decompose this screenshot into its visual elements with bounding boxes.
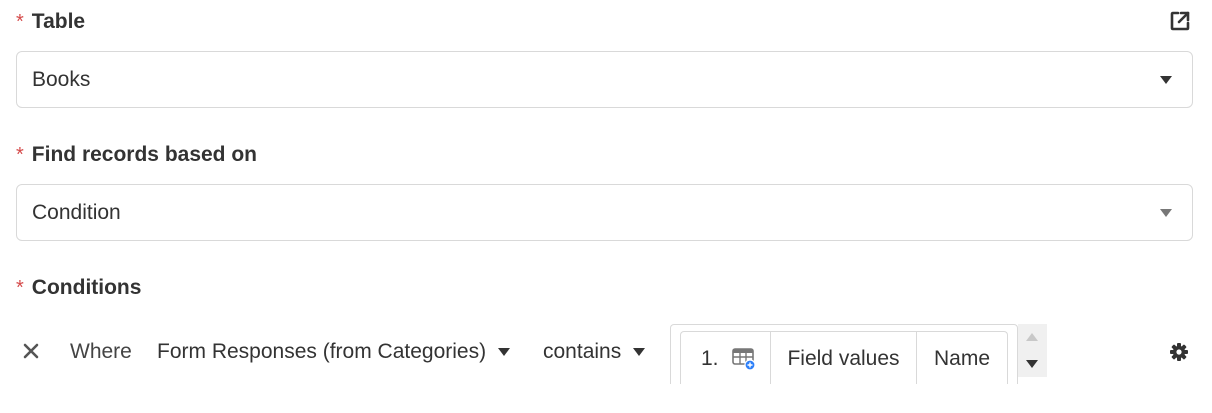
chevron-down-icon <box>1160 208 1172 217</box>
scroll-up-arrow-icon[interactable] <box>1026 333 1038 341</box>
find-records-select-value: Condition <box>32 200 121 224</box>
table-label-text: Table <box>31 10 86 33</box>
condition-field-value: Form Responses (from Categories) <box>157 340 487 363</box>
find-records-label-text: Find records based on <box>31 143 258 166</box>
condition-operator-value: contains <box>543 340 622 363</box>
condition-operator-select[interactable]: contains <box>543 340 646 364</box>
token-step-number: 1. <box>701 346 719 370</box>
required-marker: * <box>16 276 24 299</box>
chevron-down-icon <box>1160 75 1172 84</box>
token-field-label: Name <box>933 346 991 370</box>
token-field: Name <box>917 332 1007 384</box>
where-label: Where <box>70 340 132 363</box>
table-label: * Table <box>16 10 85 34</box>
find-records-label: * Find records based on <box>16 143 257 167</box>
condition-value-input[interactable]: 1. Field values Name <box>670 324 1018 384</box>
gear-icon[interactable] <box>1169 342 1189 362</box>
scroll-down-arrow-icon[interactable] <box>1026 360 1038 368</box>
token-step: 1. <box>681 332 771 384</box>
table-add-icon <box>731 346 757 372</box>
conditions-label-text: Conditions <box>31 276 142 299</box>
conditions-label: * Conditions <box>16 276 141 300</box>
required-marker: * <box>16 10 24 33</box>
close-icon[interactable] <box>22 342 40 360</box>
find-records-select[interactable]: Condition <box>16 184 1193 241</box>
value-token[interactable]: 1. Field values Name <box>680 331 1008 384</box>
token-source-label: Field values <box>787 346 900 370</box>
external-link-icon[interactable] <box>1169 10 1191 32</box>
condition-row: Where Form Responses (from Categories) c… <box>0 324 1212 384</box>
required-marker: * <box>16 143 24 166</box>
chevron-down-icon <box>633 348 646 356</box>
chevron-down-icon <box>498 348 511 356</box>
table-select-value: Books <box>32 67 91 91</box>
token-source: Field values <box>771 332 917 384</box>
condition-field-select[interactable]: Form Responses (from Categories) <box>157 340 511 364</box>
value-scrollbar[interactable] <box>1018 324 1047 377</box>
table-select[interactable]: Books <box>16 51 1193 108</box>
